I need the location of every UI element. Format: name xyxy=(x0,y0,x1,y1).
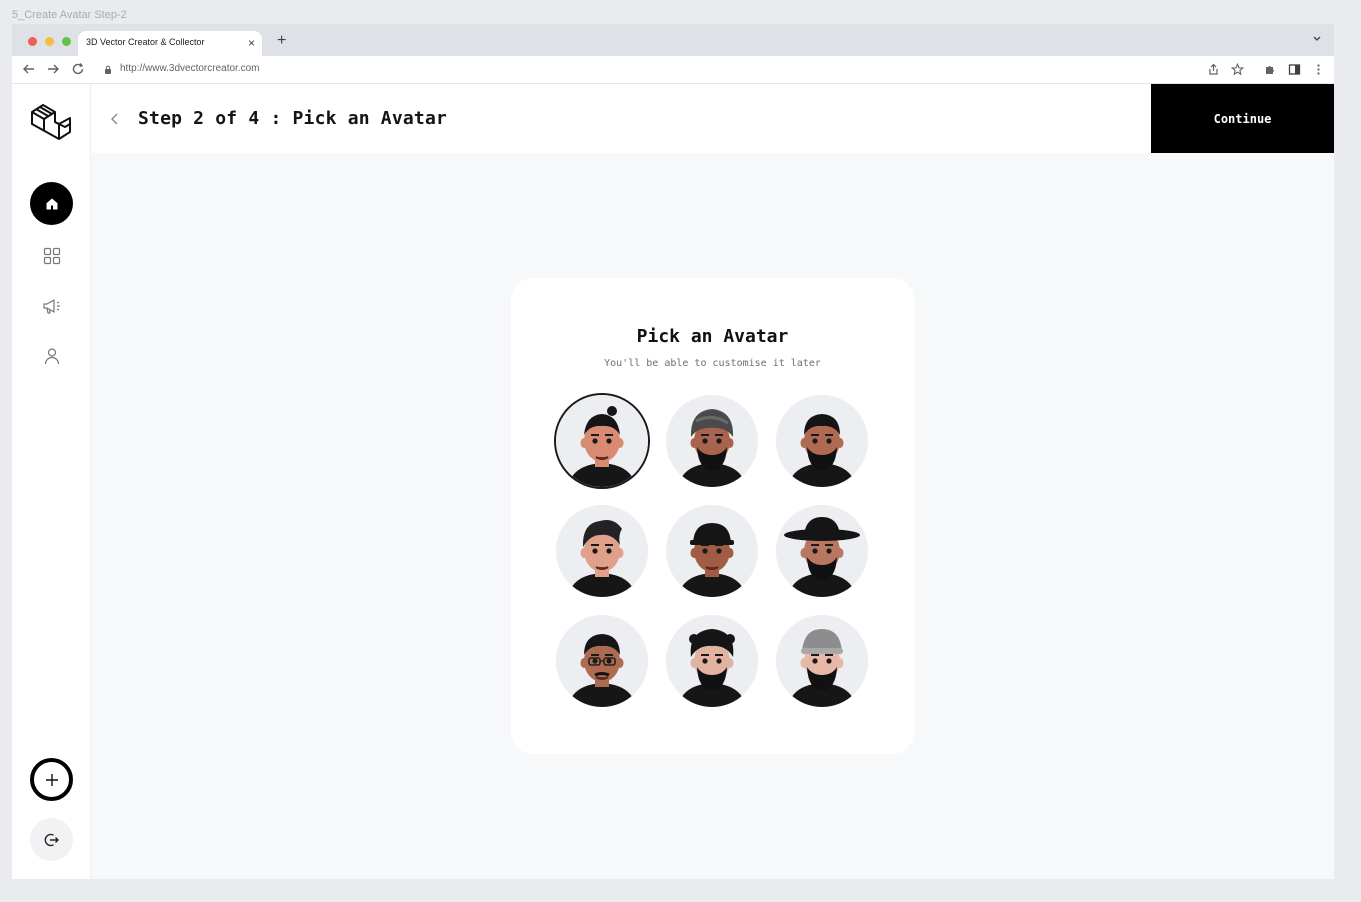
avatar-turban[interactable] xyxy=(666,395,758,487)
tab-close-icon[interactable]: × xyxy=(248,35,255,51)
page-header: Step 2 of 4 : Pick an Avatar xyxy=(91,84,1334,153)
avatar-portrait xyxy=(666,395,758,487)
reload-icon[interactable] xyxy=(71,62,85,76)
avatar-fedora[interactable] xyxy=(776,505,868,597)
logo-icon[interactable] xyxy=(29,100,73,142)
avatar-portrait xyxy=(556,615,648,707)
avatar-beanie[interactable] xyxy=(776,615,868,707)
megaphone-icon xyxy=(42,298,60,314)
new-tab-button[interactable]: + xyxy=(277,31,286,51)
frame-label: 5_Create Avatar Step-2 xyxy=(12,9,127,21)
avatar-grid xyxy=(556,395,870,709)
nav-profile-button[interactable] xyxy=(30,334,73,377)
logout-button[interactable] xyxy=(30,818,73,861)
grid-icon xyxy=(43,247,60,264)
tab-title: 3D Vector Creator & Collector xyxy=(86,37,205,47)
back-arrow-icon[interactable] xyxy=(22,62,36,76)
home-icon xyxy=(46,198,57,209)
avatar-bearded[interactable] xyxy=(776,395,868,487)
card-subtitle: You'll be able to customise it later xyxy=(604,358,821,369)
browser-window: 3D Vector Creator & Collector × + http:/… xyxy=(12,24,1334,879)
avatar-cap[interactable] xyxy=(666,505,758,597)
user-icon xyxy=(44,347,59,364)
side-panel-icon[interactable] xyxy=(1288,63,1301,76)
avatar-quiff[interactable] xyxy=(556,505,648,597)
extensions-icon[interactable] xyxy=(1264,63,1277,76)
logout-icon xyxy=(44,833,59,846)
continue-button[interactable]: Continue xyxy=(1151,84,1334,153)
address-bar-row: http://www.3dvectorcreator.com xyxy=(12,56,1334,84)
back-chevron-icon[interactable] xyxy=(109,111,121,127)
tab-strip: 3D Vector Creator & Collector × + xyxy=(12,24,1334,56)
avatar-portrait xyxy=(556,505,648,597)
star-icon[interactable] xyxy=(1231,63,1244,76)
nav-grid-button[interactable] xyxy=(30,234,73,277)
avatar-portrait xyxy=(666,505,758,597)
nav-announcements-button[interactable] xyxy=(30,284,73,327)
lock-icon xyxy=(105,65,111,74)
avatar-portrait xyxy=(556,395,648,487)
maximize-window-dot[interactable] xyxy=(62,37,71,46)
forward-arrow-icon[interactable] xyxy=(46,62,60,76)
plus-icon xyxy=(45,773,58,786)
avatar-topknot[interactable] xyxy=(556,395,648,487)
avatar-portrait xyxy=(666,615,758,707)
avatar-portrait xyxy=(776,615,868,707)
card-title: Pick an Avatar xyxy=(636,326,789,347)
add-button[interactable] xyxy=(30,758,73,801)
browser-tab[interactable]: 3D Vector Creator & Collector × xyxy=(78,31,262,56)
avatar-portrait xyxy=(776,505,868,597)
page-title: Step 2 of 4 : Pick an Avatar xyxy=(138,108,448,129)
url-input[interactable]: http://www.3dvectorcreator.com xyxy=(120,63,260,74)
more-vert-icon[interactable] xyxy=(1312,63,1325,76)
window-controls xyxy=(28,37,71,46)
chevron-down-icon[interactable] xyxy=(1312,33,1322,45)
close-window-dot[interactable] xyxy=(28,37,37,46)
nav-home-button[interactable] xyxy=(30,182,73,225)
avatar-curly-beard[interactable] xyxy=(666,615,758,707)
minimize-window-dot[interactable] xyxy=(45,37,54,46)
share-icon[interactable] xyxy=(1207,63,1220,76)
app-area: Step 2 of 4 : Pick an Avatar Continue Pi… xyxy=(12,84,1334,879)
avatar-portrait xyxy=(776,395,868,487)
avatar-picker-card: Pick an Avatar You'll be able to customi… xyxy=(511,278,914,754)
avatar-glasses[interactable] xyxy=(556,615,648,707)
sidebar xyxy=(12,84,91,879)
